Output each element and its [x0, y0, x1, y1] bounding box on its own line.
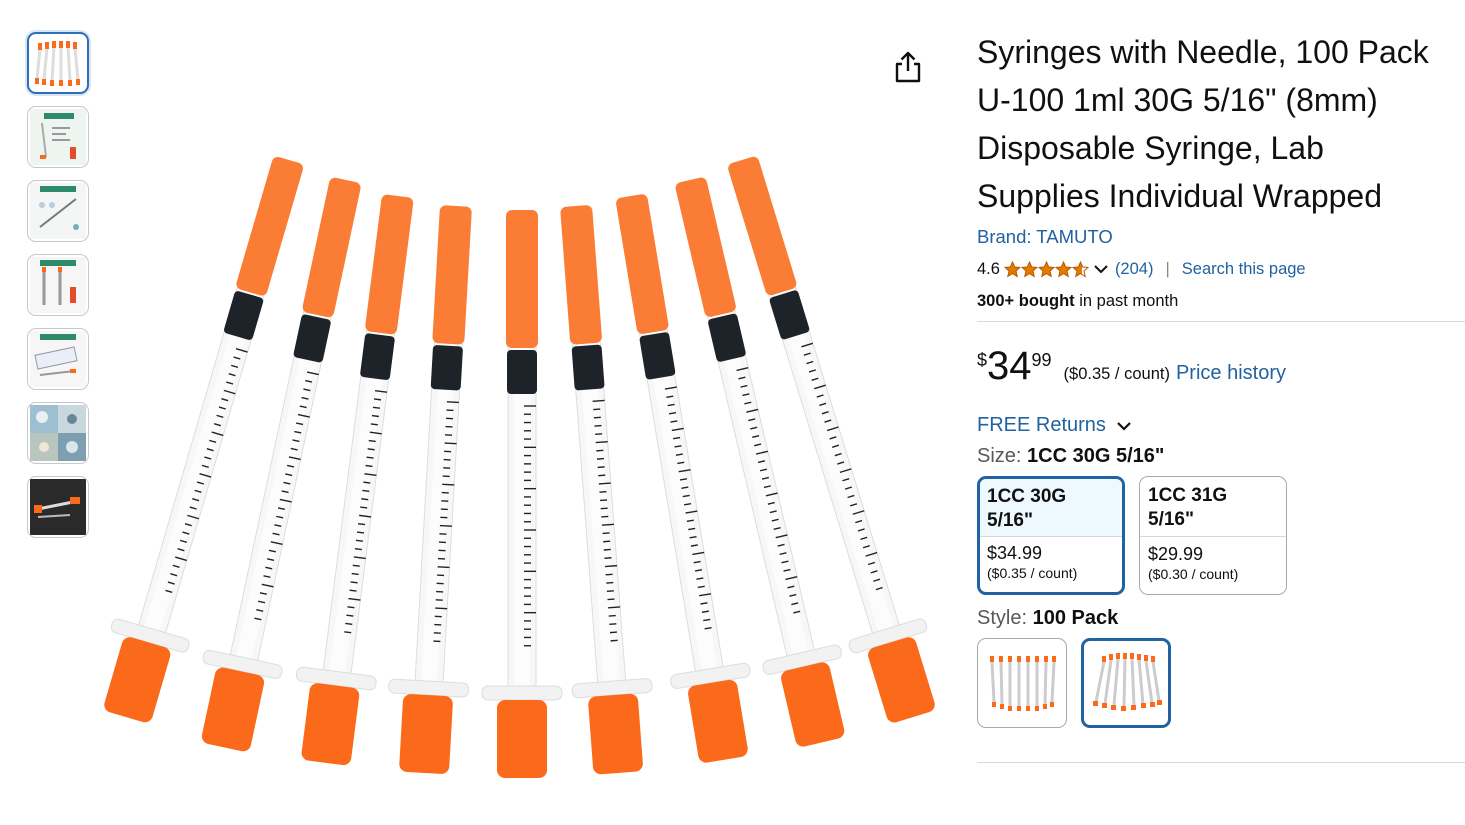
syringe-row-swatch-icon: [990, 656, 1056, 711]
rating-row: 4.6 (204) | Search this page: [977, 258, 1447, 280]
size-option-31g[interactable]: 1CC 31G 5/16" $29.99 ($0.30 / count): [1139, 476, 1287, 595]
divider: [977, 321, 1465, 322]
star-rating[interactable]: [1003, 260, 1089, 278]
style-option-1[interactable]: [977, 638, 1067, 728]
star-icon: [1037, 260, 1055, 278]
rating-value: 4.6: [977, 259, 1000, 278]
size-selected-value: 1CC 30G 5/16": [1027, 445, 1165, 467]
syringes-product-image-icon: [104, 156, 935, 778]
brand-link[interactable]: Brand: TAMUTO: [977, 226, 1113, 248]
size-option-price-block: $34.99 ($0.35 / count): [980, 537, 1122, 587]
syringe-fan-swatch-icon: [1093, 653, 1162, 711]
packaging-thumbnail-icon: [30, 331, 86, 387]
size-option-price-block: $29.99 ($0.30 / count): [1140, 537, 1286, 589]
thumbnail-5[interactable]: [27, 328, 89, 390]
thumbnail-1[interactable]: [27, 32, 89, 94]
product-title: Syringes with Needle, 100 Pack U-100 1ml…: [977, 34, 1429, 214]
separator: |: [1165, 259, 1170, 278]
star-icon: [1020, 260, 1038, 278]
size-label: Size:: [977, 445, 1028, 467]
price-block: $ 34 99 ($0.35 / count) Price history: [977, 344, 1447, 394]
bought-count: 300+ bought: [977, 292, 1075, 310]
thumbnail-2[interactable]: [27, 106, 89, 168]
search-this-page-link[interactable]: Search this page: [1182, 260, 1306, 279]
bought-period: in past month: [1074, 292, 1179, 310]
divider: [977, 762, 1465, 763]
share-icon[interactable]: [893, 50, 923, 84]
thumbnail-4[interactable]: [27, 254, 89, 316]
size-option-price: $34.99: [987, 543, 1043, 563]
thumbnail-3[interactable]: [27, 180, 89, 242]
chevron-down-icon: [1117, 421, 1131, 431]
size-option-price: $29.99: [1148, 544, 1204, 564]
style-label-row: Style: 100 Pack: [977, 607, 1447, 630]
size-options: 1CC 30G 5/16" $34.99 ($0.35 / count) 1CC…: [977, 476, 1447, 595]
size-label-row: Size: 1CC 30G 5/16": [977, 445, 1447, 468]
size-option-name: 1CC 30G 5/16": [980, 479, 1122, 537]
style-selected-value: 100 Pack: [1032, 607, 1119, 629]
style-option-2[interactable]: [1081, 638, 1171, 728]
dark-product-thumbnail-icon: [30, 479, 86, 535]
syringe-fan-thumbnail-icon: [35, 41, 80, 86]
reviews-count-link[interactable]: (204): [1115, 260, 1154, 279]
size-option-30g[interactable]: 1CC 30G 5/16" $34.99 ($0.35 / count): [977, 476, 1125, 595]
thumbnail-6[interactable]: [27, 402, 89, 464]
price-symbol: $: [977, 350, 988, 370]
scale-detail-thumbnail-icon: [30, 257, 86, 313]
style-label: Style:: [977, 607, 1033, 629]
bought-info: 300+ bought in past month: [977, 292, 1447, 311]
product-details: Syringes with Needle, 100 Pack U-100 1ml…: [977, 28, 1465, 763]
free-returns-link[interactable]: FREE Returns: [977, 414, 1447, 437]
main-product-image[interactable]: [92, 118, 952, 798]
thumbnail-list: [27, 32, 89, 550]
size-option-unit-price: ($0.35 / count): [987, 565, 1078, 581]
price-fraction: 99: [1031, 350, 1052, 370]
lab-collage-thumbnail-icon: [30, 405, 86, 461]
thumbnail-7[interactable]: [27, 476, 89, 538]
price-history-link[interactable]: Price history: [1176, 362, 1286, 385]
star-icon: [1054, 260, 1072, 278]
syringe-5: [481, 210, 563, 778]
star-icon: [1071, 260, 1089, 278]
instructions-thumbnail-icon: [30, 183, 86, 239]
style-options: [977, 638, 1447, 728]
chevron-down-icon[interactable]: [1093, 261, 1109, 277]
free-returns-label: FREE Returns: [977, 414, 1106, 436]
size-option-name: 1CC 31G 5/16": [1140, 477, 1286, 537]
unit-price: ($0.35 / count): [1063, 365, 1170, 383]
size-option-unit-price: ($0.30 / count): [1148, 566, 1239, 582]
price-whole: 34: [987, 344, 1032, 388]
infographic-thumbnail-icon: [30, 109, 86, 165]
star-icon: [1003, 260, 1021, 278]
